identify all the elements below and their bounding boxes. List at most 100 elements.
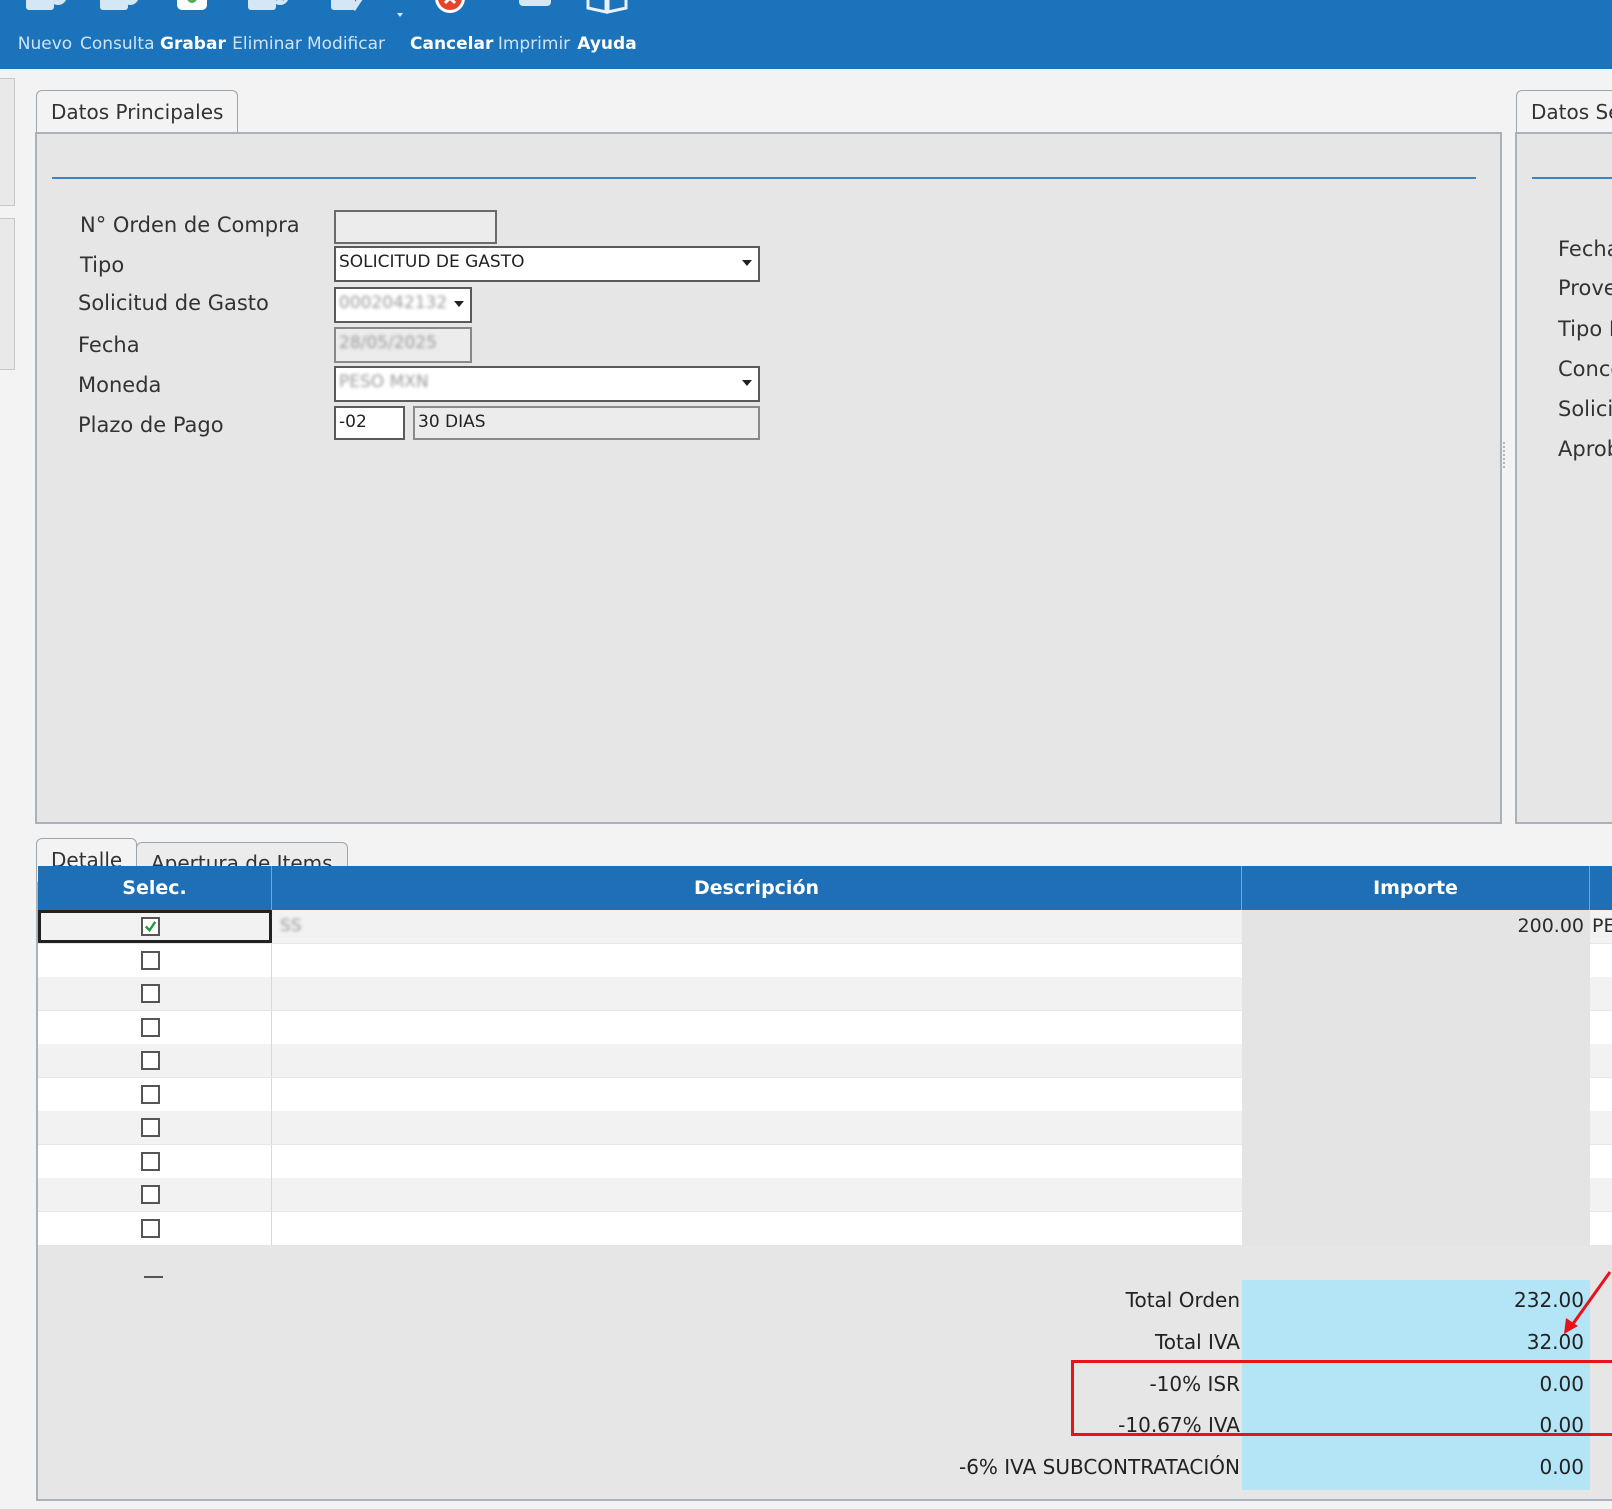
new-document-icon (26, 0, 67, 10)
side-tab-herramientas[interactable] (0, 78, 15, 206)
consulta-button[interactable]: Consulta (80, 0, 154, 69)
secondary-field-label: Fecha (1558, 237, 1612, 261)
moneda-cell (1592, 1078, 1612, 1111)
importe-cell[interactable] (1242, 1178, 1590, 1212)
orden-compra-input[interactable] (334, 210, 497, 244)
total-label: Total IVA (1154, 1330, 1240, 1354)
secondary-field-label: Aprob (1558, 437, 1612, 461)
secondary-field-label: Conce (1558, 357, 1612, 381)
selec-cell (38, 1010, 272, 1044)
row-checkbox[interactable] (141, 1151, 160, 1171)
nuevo-button[interactable]: Nuevo (14, 0, 76, 69)
modificar-button[interactable]: Modificar (306, 0, 386, 69)
descripcion-cell[interactable] (272, 1212, 1242, 1245)
help-book-icon (586, 0, 628, 14)
save-icon (177, 0, 207, 10)
descripcion-cell[interactable] (272, 1145, 1242, 1178)
cancel-icon (435, 0, 465, 13)
tab-datos-secundarios[interactable]: Datos Se (1516, 90, 1612, 135)
tab-datos-secundarios-label: Datos Se (1531, 100, 1612, 124)
descripcion-cell[interactable] (272, 944, 1242, 977)
importe-cell[interactable] (1242, 1010, 1590, 1045)
cancelar-label: Cancelar (410, 34, 494, 54)
row-checkbox[interactable] (141, 950, 160, 970)
selec-cell (38, 977, 272, 1010)
row-checkbox[interactable] (141, 1118, 160, 1137)
highlight-box (1071, 1360, 1612, 1436)
importe-cell[interactable] (1242, 1144, 1590, 1179)
descripcion-text: SS (280, 916, 302, 936)
side-tab-configuraciones[interactable] (0, 218, 15, 370)
chevron-down-icon (742, 260, 752, 266)
moneda-value: PESO MXN (339, 372, 429, 392)
table-row[interactable] (38, 977, 1612, 1011)
fecha-picker[interactable]: 28/05/2025 (334, 327, 472, 363)
descripcion-cell[interactable]: SS (272, 910, 1242, 943)
solicitud-gasto-select[interactable]: 0002042132 (334, 287, 472, 323)
table-row[interactable] (38, 1211, 1612, 1246)
moneda-cell (1592, 1212, 1612, 1245)
descripcion-cell[interactable] (272, 977, 1242, 1010)
table-row[interactable] (38, 1178, 1612, 1212)
importe-cell[interactable] (1242, 977, 1590, 1011)
plazo-pago-label: Plazo de Pago (78, 413, 224, 437)
ayuda-label: Ayuda (577, 34, 637, 54)
tab-datos-principales-label: Datos Principales (51, 100, 224, 124)
table-row[interactable] (38, 1044, 1612, 1078)
moneda-select[interactable]: PESO MXN (334, 366, 760, 402)
descripcion-cell[interactable] (272, 1078, 1242, 1111)
dropdown-caret-icon[interactable] (394, 6, 406, 18)
column-header-importe[interactable]: Importe (1242, 866, 1590, 910)
tipo-select[interactable]: SOLICITUD DE GASTO (334, 246, 760, 282)
row-checkbox[interactable] (141, 1218, 160, 1238)
total-label: -6% IVA SUBCONTRATACIÓN (958, 1455, 1240, 1479)
importe-cell[interactable] (1242, 1111, 1590, 1145)
plazo-pago-code-input[interactable]: -02 (334, 406, 405, 440)
importe-cell[interactable] (1242, 1044, 1590, 1078)
moneda-cell (1592, 1044, 1612, 1077)
table-row[interactable] (38, 1077, 1612, 1112)
row-checkbox[interactable] (141, 1185, 160, 1204)
selec-cell (38, 943, 272, 977)
descripcion-cell[interactable] (272, 1178, 1242, 1211)
table-row[interactable]: SS 200.00 PE (38, 910, 1612, 944)
imprimir-button[interactable]: Imprimir (496, 0, 572, 69)
secondary-field-label: Solici (1558, 397, 1612, 421)
printer-icon (519, 0, 551, 6)
row-checkbox[interactable] (141, 917, 160, 936)
moneda-cell (1592, 977, 1612, 1010)
chevron-down-icon (454, 301, 464, 307)
cancelar-button[interactable]: Cancelar (410, 0, 494, 69)
importe-cell[interactable] (1242, 1211, 1590, 1246)
descripcion-cell[interactable] (272, 1111, 1242, 1144)
solicitud-gasto-value: 0002042132 (339, 293, 448, 313)
descripcion-cell[interactable] (272, 1011, 1242, 1044)
ayuda-button[interactable]: Ayuda (576, 0, 638, 69)
row-checkbox[interactable] (141, 1017, 160, 1037)
eliminar-label: Eliminar (232, 34, 302, 54)
importe-cell[interactable] (1242, 1077, 1590, 1112)
row-checkbox[interactable] (144, 1276, 163, 1282)
row-checkbox[interactable] (141, 1051, 160, 1070)
chevron-down-icon (742, 380, 752, 386)
modificar-label: Modificar (306, 34, 386, 54)
eliminar-button[interactable]: Eliminar (232, 0, 302, 69)
column-header-selec[interactable]: Selec. (38, 866, 272, 910)
column-header-moneda[interactable] (1590, 866, 1612, 910)
table-row[interactable] (38, 1010, 1612, 1045)
splitter-handle[interactable] (1503, 442, 1509, 468)
importe-cell[interactable] (1242, 943, 1590, 978)
consulta-label: Consulta (80, 34, 155, 54)
table-row[interactable] (38, 943, 1612, 978)
secondary-field-label: Tipo I (1558, 317, 1612, 341)
row-checkbox[interactable] (141, 984, 160, 1003)
grabar-button[interactable]: Grabar (160, 0, 226, 69)
descripcion-cell[interactable] (272, 1044, 1242, 1077)
table-row[interactable] (38, 1111, 1612, 1145)
selec-cell (38, 1077, 272, 1111)
importe-cell[interactable]: 200.00 (1242, 910, 1590, 944)
column-header-descripcion[interactable]: Descripción (272, 866, 1242, 910)
row-checkbox[interactable] (141, 1084, 160, 1104)
tab-datos-principales[interactable]: Datos Principales (36, 90, 239, 135)
table-row[interactable] (38, 1144, 1612, 1179)
